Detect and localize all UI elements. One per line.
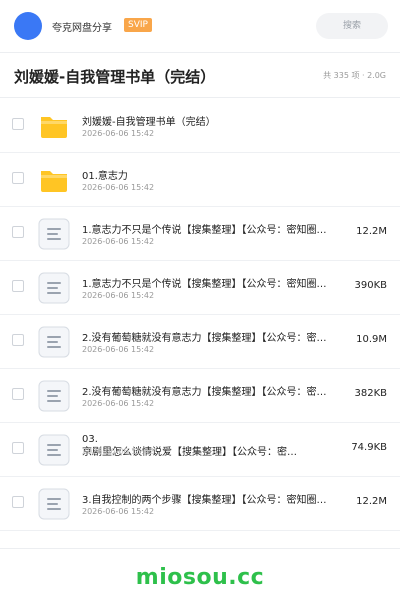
file-name: 2.没有葡萄糖就没有意志力【搜集整理】【公众号：密… <box>82 387 327 398</box>
file-name: 2.没有葡萄糖就没有意志力【搜集整理】【公众号：密… <box>82 333 327 344</box>
share-owner-name: 夸克网盘分享 <box>52 23 112 34</box>
file-date: 2026-06-06 15:42 <box>82 399 155 408</box>
file-date: 2026-06-06 15:42 <box>82 183 155 192</box>
file-name: 1.意志力不只是个传说【搜集整理】【公众号：密知圈… <box>82 225 327 236</box>
file-row[interactable]: 2.没有葡萄糖就没有意志力【搜集整理】【公众号：密… 2026-06-06 15:… <box>0 314 400 369</box>
folder-icon <box>41 117 67 138</box>
row-checkbox[interactable] <box>12 388 24 400</box>
file-name: 刘媛媛-自我管理书单（完结） <box>82 117 216 128</box>
divider <box>0 548 400 549</box>
file-date: 2026-06-06 15:42 <box>82 129 155 138</box>
search-input[interactable]: 搜索 <box>316 13 388 39</box>
file-size: 12.2M <box>356 496 387 507</box>
row-checkbox[interactable] <box>12 280 24 292</box>
file-row[interactable]: 2.没有葡萄糖就没有意志力【搜集整理】【公众号：密… 2026-06-06 15:… <box>0 368 400 423</box>
file-date: 2026-06-06 15:42 <box>82 291 155 300</box>
file-name: 01.意志力 <box>82 171 128 182</box>
watermark: miosou.cc <box>135 565 265 590</box>
file-size: 10.9M <box>356 334 387 345</box>
file-size: 74.9KB <box>351 442 387 453</box>
file-name: 1.意志力不只是个传说【搜集整理】【公众号：密知圈… <box>82 279 327 290</box>
svip-badge: SVIP <box>124 18 152 32</box>
file-row[interactable]: 03. 京剧里怎么谈情说爱【搜集整理】【公众号：密… 2026-06-06 15:… <box>0 422 400 477</box>
file-date: 2026-06-06 15:42 <box>82 447 155 456</box>
folder-icon <box>41 171 67 192</box>
document-icon <box>38 380 70 412</box>
file-size: 390KB <box>354 280 387 291</box>
file-row[interactable]: 1.意志力不只是个传说【搜集整理】【公众号：密知圈… 2026-06-06 15:… <box>0 206 400 261</box>
file-date: 2026-06-06 15:42 <box>82 345 155 354</box>
row-checkbox[interactable] <box>12 496 24 508</box>
document-icon <box>38 272 70 304</box>
title-row: 刘媛媛-自我管理书单（完结） 共 335 项 · 2.0G <box>0 53 400 97</box>
file-date: 2026-06-06 15:42 <box>82 237 155 246</box>
document-icon <box>38 218 70 250</box>
file-name: 3.自我控制的两个步骤【搜集整理】【公众号：密知圈… <box>82 495 327 506</box>
header: 夸克网盘分享 SVIP 搜索 <box>0 0 400 52</box>
row-checkbox[interactable] <box>12 118 24 130</box>
page-title: 刘媛媛-自我管理书单（完结） <box>14 68 216 86</box>
folder-row[interactable]: 刘媛媛-自我管理书单（完结） 2026-06-06 15:42 <box>0 98 400 153</box>
document-icon <box>38 488 70 520</box>
file-count-meta: 共 335 项 · 2.0G <box>323 71 386 80</box>
document-icon <box>38 434 70 466</box>
file-date: 2026-06-06 15:42 <box>82 507 155 516</box>
row-checkbox[interactable] <box>12 172 24 184</box>
row-checkbox[interactable] <box>12 442 24 454</box>
file-row[interactable]: 3.自我控制的两个步骤【搜集整理】【公众号：密知圈… 2026-06-06 15:… <box>0 476 400 531</box>
row-checkbox[interactable] <box>12 334 24 346</box>
folder-row[interactable]: 01.意志力 2026-06-06 15:42 <box>0 152 400 207</box>
row-checkbox[interactable] <box>12 226 24 238</box>
document-icon <box>38 326 70 358</box>
file-size: 382KB <box>354 388 387 399</box>
avatar[interactable] <box>14 12 42 40</box>
file-row[interactable]: 1.意志力不只是个传说【搜集整理】【公众号：密知圈… 2026-06-06 15:… <box>0 260 400 315</box>
file-size: 12.2M <box>356 226 387 237</box>
